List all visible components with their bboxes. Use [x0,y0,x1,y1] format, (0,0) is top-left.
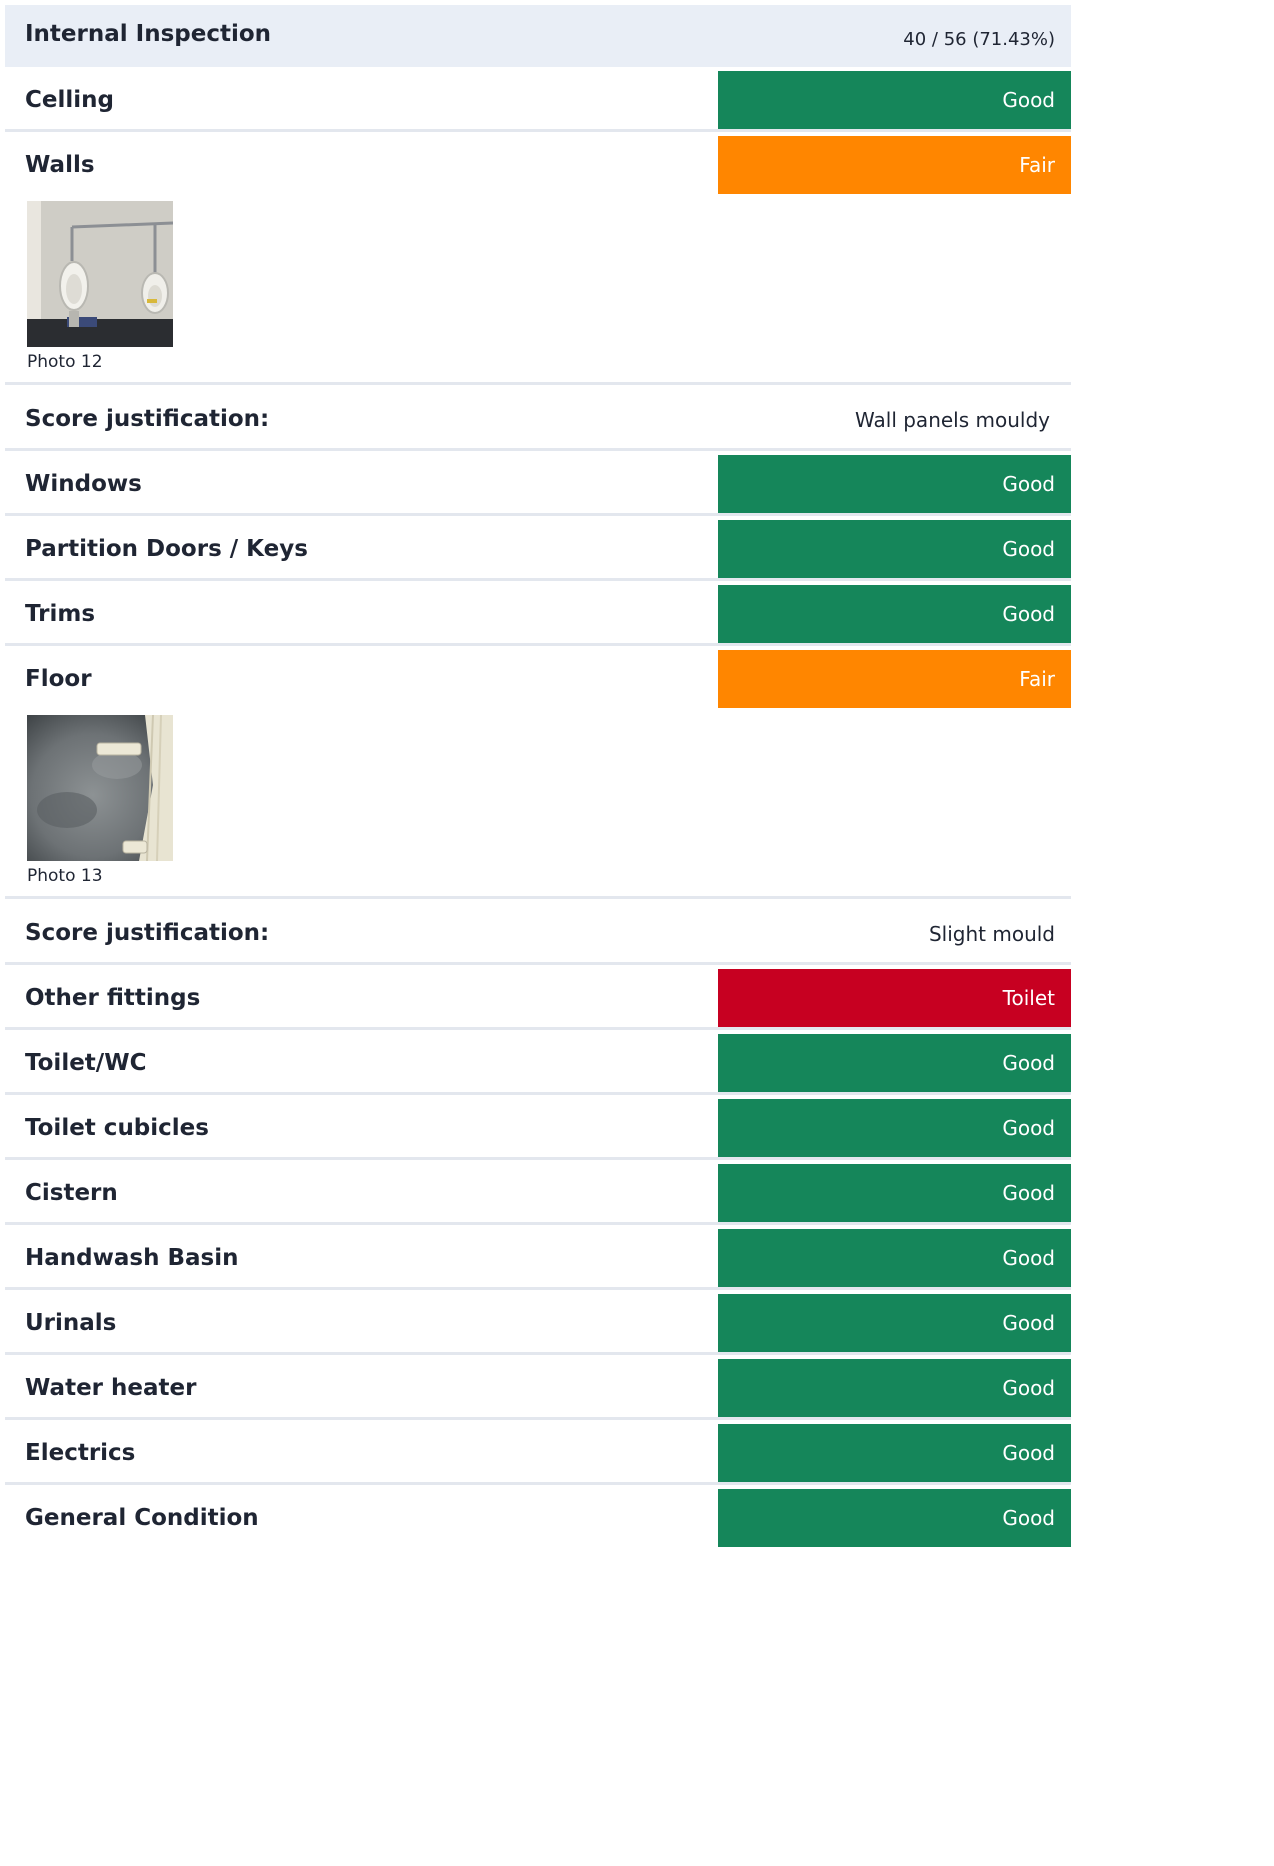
inspection-row-urinals: Urinals Good [5,1290,1071,1355]
item-label: Electrics [25,1440,136,1466]
section-score: 40 / 56 (71.43%) [903,29,1055,50]
item-label: Floor [25,666,92,692]
rating-badge: Good [718,1294,1071,1352]
item-label: Urinals [25,1310,117,1336]
inspection-row-toilet-wc: Toilet/WC Good [5,1030,1071,1095]
rating-badge: Good [718,455,1071,513]
rating-badge: Good [718,1424,1071,1482]
justification-text: Wall panels mouldy [855,408,1050,432]
photo-block-walls: Photo 12 [5,194,1071,385]
photo-caption: Photo 13 [27,866,103,886]
justification-row-floor: Score justification: Slight mould [5,899,1071,965]
item-label: Celling [25,87,114,113]
justification-label: Score justification: [25,920,270,946]
inspection-row-other-fittings: Other fittings Toilet [5,965,1071,1030]
rating-badge: Good [718,585,1071,643]
item-label: General Condition [25,1505,259,1531]
inspection-row-celling: Celling Good [5,67,1071,132]
floor-photo[interactable] [27,715,173,861]
justification-row-walls: Score justification: Wall panels mouldy [5,385,1071,451]
photo-block-floor: Photo 13 [5,708,1071,899]
item-label: Toilet/WC [25,1050,147,1076]
rating-badge: Good [718,520,1071,578]
section-header: Internal Inspection 40 / 56 (71.43%) [5,5,1071,67]
justification-label: Score justification: [25,406,270,432]
item-label: Windows [25,471,142,497]
inspection-report: Internal Inspection 40 / 56 (71.43%) Cel… [5,5,1071,1547]
item-label: Water heater [25,1375,197,1401]
item-label: Toilet cubicles [25,1115,209,1141]
rating-badge: Fair [718,650,1071,708]
rating-badge: Good [718,1359,1071,1417]
justification-text: Slight mould [928,922,1055,946]
inspection-row-partition-doors: Partition Doors / Keys Good [5,516,1071,581]
rating-badge: Good [718,1164,1071,1222]
rating-badge: Good [718,71,1071,129]
photo-caption: Photo 12 [27,352,103,372]
inspection-row-handwash-basin: Handwash Basin Good [5,1225,1071,1290]
rating-badge: Good [718,1489,1071,1547]
item-label: Partition Doors / Keys [25,536,308,562]
rating-badge: Good [718,1229,1071,1287]
item-label: Other fittings [25,985,201,1011]
inspection-row-cistern: Cistern Good [5,1160,1071,1225]
inspection-row-toilet-cubicles: Toilet cubicles Good [5,1095,1071,1160]
item-label: Cistern [25,1180,118,1206]
item-label: Trims [25,601,96,627]
inspection-row-electrics: Electrics Good [5,1420,1071,1485]
inspection-row-water-heater: Water heater Good [5,1355,1071,1420]
rating-badge: Good [718,1099,1071,1157]
inspection-row-walls: Walls Fair [5,132,1071,194]
item-label: Handwash Basin [25,1245,239,1271]
rating-badge: Fair [718,136,1071,194]
inspection-row-general-condition: General Condition Good [5,1485,1071,1547]
inspection-row-trims: Trims Good [5,581,1071,646]
rating-badge: Good [718,1034,1071,1092]
section-title: Internal Inspection [25,21,272,47]
inspection-row-windows: Windows Good [5,451,1071,516]
rating-badge: Toilet [718,969,1071,1027]
inspection-row-floor: Floor Fair [5,646,1071,708]
urinal-photo[interactable] [27,201,173,347]
item-label: Walls [25,152,95,178]
